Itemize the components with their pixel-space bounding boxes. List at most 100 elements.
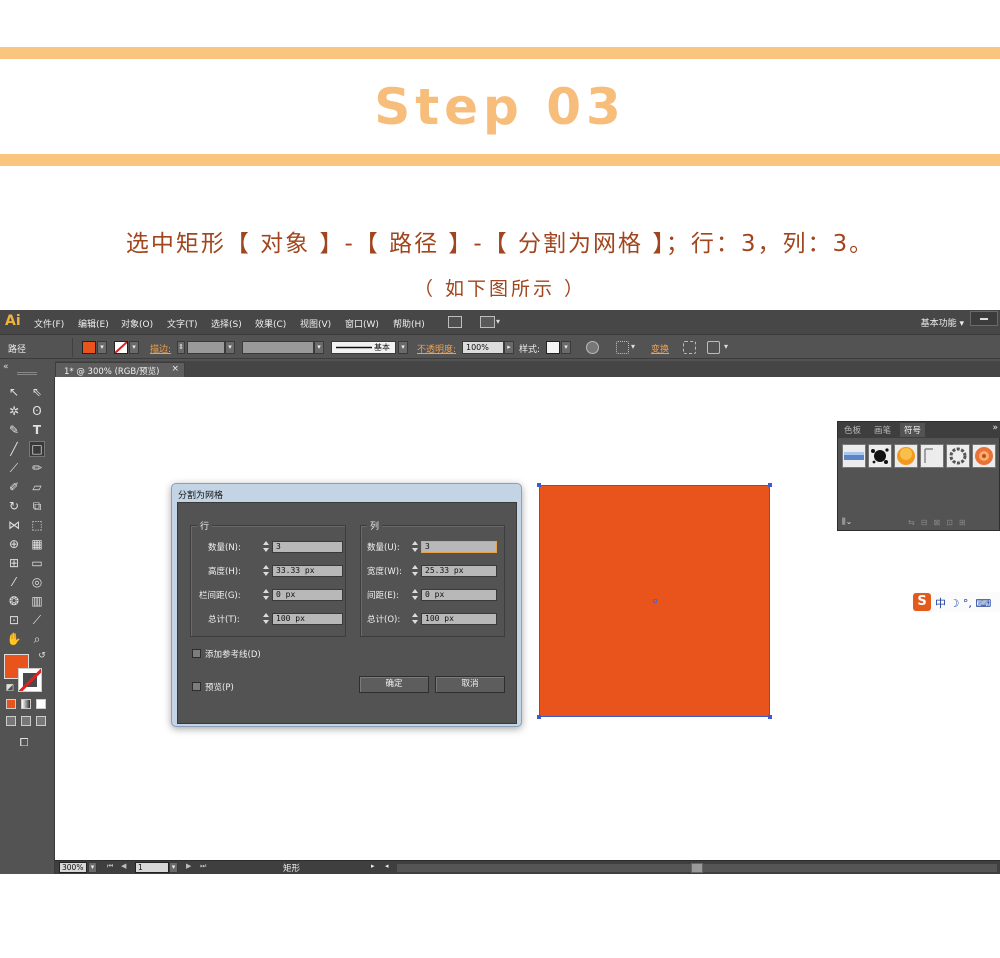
- horizontal-scroll-thumb[interactable]: [691, 863, 703, 873]
- scroll-left-icon[interactable]: ◂: [385, 862, 389, 870]
- free-transform-tool-icon[interactable]: ⬚: [29, 517, 45, 533]
- document-tab[interactable]: 1* @ 300% (RGB/预览) ×: [55, 362, 185, 377]
- variable-width-profile[interactable]: [242, 341, 314, 354]
- selection-handle[interactable]: [537, 715, 541, 719]
- magic-wand-tool-icon[interactable]: ✲: [6, 403, 22, 419]
- profile-dropdown-icon[interactable]: ▾: [314, 341, 324, 354]
- selected-rectangle[interactable]: [537, 483, 772, 719]
- recolor-artwork-icon[interactable]: [586, 341, 599, 354]
- menu-select[interactable]: 选择(S): [211, 317, 242, 330]
- menu-help[interactable]: 帮助(H): [393, 317, 425, 330]
- zoom-tool-icon[interactable]: ⌕: [29, 631, 45, 647]
- artboard-canvas[interactable]: 色板 画笔 符号 » ⫼⌄ ⇆⊟⊠⊡⊞ S 中 ☽ °, ⌨ 分割为网格 行 数…: [55, 377, 1000, 860]
- cancel-button[interactable]: 取消: [435, 676, 505, 693]
- slice-tool-icon[interactable]: ⟋: [29, 612, 45, 628]
- opacity-label[interactable]: 不透明度:: [417, 342, 456, 355]
- tab-brushes[interactable]: 画笔: [874, 424, 891, 436]
- tab-swatches[interactable]: 色板: [844, 424, 861, 436]
- add-guides-checkbox[interactable]: [192, 649, 201, 658]
- selection-handle[interactable]: [768, 483, 772, 487]
- columns-width-input[interactable]: 25.33 px: [421, 565, 497, 577]
- panel-expand-icon[interactable]: »: [992, 423, 998, 433]
- rows-height-input[interactable]: 33.33 px: [272, 565, 343, 577]
- draw-behind-icon[interactable]: [21, 716, 31, 726]
- eyedropper-tool-icon[interactable]: ⁄: [6, 574, 22, 590]
- next-artboard-icon[interactable]: ▶: [186, 862, 191, 870]
- stroke-label[interactable]: 描边:: [150, 342, 171, 355]
- rows-total-stepper[interactable]: [263, 613, 270, 625]
- columns-count-input[interactable]: 3: [421, 541, 497, 553]
- menu-edit[interactable]: 编辑(E): [78, 317, 109, 330]
- menu-type[interactable]: 文字(T): [167, 317, 198, 330]
- ok-button[interactable]: 确定: [359, 676, 429, 693]
- paintbrush-tool-icon[interactable]: ⟋: [6, 460, 22, 476]
- symbol-ink-splat-icon[interactable]: [868, 444, 892, 468]
- shape-builder-tool-icon[interactable]: ⊕: [6, 536, 22, 552]
- opacity-input[interactable]: 100%: [462, 341, 504, 354]
- stroke-dropdown-icon[interactable]: ▾: [129, 341, 139, 354]
- align-options-icon[interactable]: [616, 341, 629, 354]
- transform-label[interactable]: 变换: [651, 342, 669, 355]
- brush-dropdown-icon[interactable]: ▾: [398, 341, 408, 354]
- artboard-dropdown-icon[interactable]: ▾: [169, 862, 178, 873]
- none-mode-icon[interactable]: [36, 699, 46, 709]
- opacity-dropdown-icon[interactable]: ▸: [504, 341, 514, 354]
- stroke-color-box[interactable]: [18, 668, 42, 692]
- menu-window[interactable]: 窗口(W): [345, 317, 379, 330]
- chevron-down-icon[interactable]: ▾: [496, 317, 500, 326]
- blend-tool-icon[interactable]: ◎: [29, 574, 45, 590]
- arrange-documents-icon[interactable]: [480, 316, 495, 328]
- last-artboard-icon[interactable]: ⏭: [200, 862, 206, 871]
- preview-checkbox[interactable]: [192, 682, 201, 691]
- minimize-button[interactable]: [970, 311, 998, 326]
- symbol-sprayer-tool-icon[interactable]: ❂: [6, 593, 22, 609]
- menu-object[interactable]: 对象(O): [121, 317, 153, 330]
- chevron-down-icon[interactable]: ▾: [724, 342, 728, 351]
- screen-mode-icon[interactable]: ⧠: [16, 735, 32, 751]
- collapse-panel-icon[interactable]: «: [3, 362, 9, 372]
- gradient-tool-icon[interactable]: ▭: [29, 555, 45, 571]
- menu-effect[interactable]: 效果(C): [255, 317, 286, 330]
- swap-fill-stroke-icon[interactable]: ↺: [34, 648, 50, 664]
- draw-inside-icon[interactable]: [36, 716, 46, 726]
- symbol-library-menu-icon[interactable]: ⫼⌄: [842, 517, 852, 527]
- rows-count-stepper[interactable]: [263, 541, 270, 553]
- rectangle-tool-icon[interactable]: □: [29, 441, 45, 457]
- type-tool-icon[interactable]: T: [29, 422, 45, 438]
- draw-normal-icon[interactable]: [6, 716, 16, 726]
- graphic-style-dropdown-icon[interactable]: ▾: [561, 341, 571, 354]
- stroke-weight-input[interactable]: [187, 341, 225, 354]
- stroke-weight-dropdown-icon[interactable]: ▾: [225, 341, 235, 354]
- rows-gutter-stepper[interactable]: [263, 589, 270, 601]
- columns-gutter-input[interactable]: 0 px: [421, 589, 497, 601]
- fill-color-swatch[interactable]: [82, 341, 96, 354]
- line-tool-icon[interactable]: ╱: [6, 441, 22, 457]
- rows-height-stepper[interactable]: [263, 565, 270, 577]
- artboard-number-input[interactable]: 1: [135, 862, 169, 873]
- close-icon[interactable]: ×: [171, 364, 179, 374]
- menu-file[interactable]: 文件(F): [34, 317, 64, 330]
- rotate-tool-icon[interactable]: ↻: [6, 498, 22, 514]
- columns-width-stepper[interactable]: [412, 565, 419, 577]
- brush-definition[interactable]: 基本: [331, 341, 396, 354]
- selection-handle[interactable]: [768, 715, 772, 719]
- menu-view[interactable]: 视图(V): [300, 317, 331, 330]
- columns-total-stepper[interactable]: [412, 613, 419, 625]
- columns-gutter-stepper[interactable]: [412, 589, 419, 601]
- chevron-down-icon[interactable]: ▾: [631, 342, 635, 351]
- pen-tool-icon[interactable]: ✎: [6, 422, 22, 438]
- previous-artboard-icon[interactable]: ◀: [121, 862, 126, 870]
- stroke-color-swatch[interactable]: [114, 341, 128, 354]
- color-mode-icon[interactable]: [6, 699, 16, 709]
- symbol-blue-banner-icon[interactable]: [842, 444, 866, 468]
- tab-symbols[interactable]: 符号: [900, 423, 926, 437]
- columns-count-stepper[interactable]: [412, 541, 419, 553]
- selection-handle[interactable]: [537, 483, 541, 487]
- bridge-icon[interactable]: [448, 316, 462, 328]
- perspective-grid-tool-icon[interactable]: ▦: [29, 536, 45, 552]
- direct-selection-tool-icon[interactable]: ⇖: [29, 384, 45, 400]
- rows-total-input[interactable]: 100 px: [272, 613, 343, 625]
- pencil-tool-icon[interactable]: ✏: [29, 460, 45, 476]
- scale-tool-icon[interactable]: ⧉: [29, 498, 45, 514]
- ime-toolbar[interactable]: S 中 ☽ °, ⌨: [913, 592, 1000, 612]
